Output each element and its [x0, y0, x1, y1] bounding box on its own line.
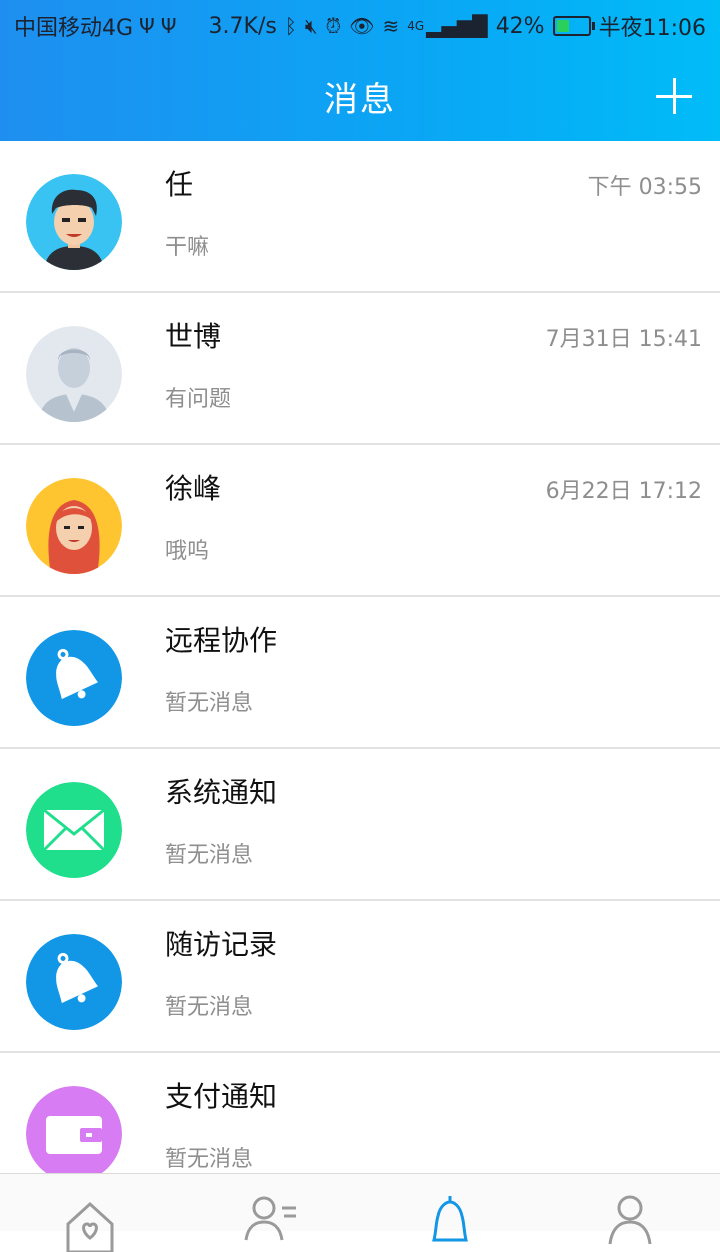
conversation-row[interactable]: 任干嘛 下午 03:55 [0, 141, 720, 293]
conversation-preview: 有问题 [165, 387, 232, 412]
mute-icon: 🔇︎ [304, 14, 318, 38]
bluetooth-icon: ᛒ [284, 14, 297, 38]
conversation-name: 支付通知 [165, 1080, 278, 1113]
conversation-time: 7月31日 15:41 [545, 327, 702, 352]
bell-icon [26, 630, 122, 726]
doctor-placeholder-avatar [26, 326, 122, 422]
net-speed: 3.7K/s [208, 13, 277, 39]
conversation-row[interactable]: 徐峰哦呜 6月22日 17:12 [0, 445, 720, 597]
conversation-row[interactable]: 系统通知 暂无消息 [0, 749, 720, 901]
conversation-name: 任 [165, 168, 194, 201]
man-cartoon-avatar [26, 174, 122, 270]
contacts-icon [244, 1196, 296, 1241]
conversation-name: 远程协作 [165, 624, 278, 657]
conversation-row[interactable]: 随访记录 暂无消息 [0, 901, 720, 1053]
battery-fill [556, 20, 570, 32]
conversation-preview: 暂无消息 [165, 995, 254, 1020]
tab-bar [0, 1173, 720, 1252]
conversation-row[interactable]: 世博有问题 7月31日 15:41 [0, 293, 720, 445]
bell-icon [432, 1196, 468, 1242]
envelope-icon [26, 782, 122, 878]
eye-icon: 👁︎ [349, 14, 375, 38]
header: 中国移动4G Ψ Ψ 3.7K/s ᛒ 🔇︎ ⏰︎ 👁︎ ≋ 4G ▂▄▆█ 4… [0, 0, 720, 141]
battery-icon [552, 16, 595, 36]
tab-profile[interactable] [600, 1192, 660, 1252]
carrier-label: 中国移动4G [14, 16, 134, 41]
person-icon [608, 1195, 652, 1245]
usb-icon: Ψ [139, 14, 155, 38]
alarm-icon: ⏰︎ [325, 14, 342, 38]
conversation-name: 系统通知 [165, 776, 278, 809]
home-heart-icon [66, 1201, 114, 1252]
status-bar: 中国移动4G Ψ Ψ 3.7K/s ᛒ 🔇︎ ⏰︎ 👁︎ ≋ 4G ▂▄▆█ 4… [0, 0, 720, 48]
usb-icon: Ψ [160, 14, 177, 38]
conversation-name: 徐峰 [165, 472, 222, 505]
battery-percent: 42% [495, 13, 545, 39]
bell-icon [26, 934, 122, 1030]
conversation-preview: 哦呜 [165, 539, 210, 564]
tab-home[interactable] [60, 1192, 120, 1252]
conversation-time: 下午 03:55 [587, 175, 702, 200]
conversation-time: 6月22日 17:12 [545, 479, 702, 504]
conversation-preview: 干嘛 [165, 235, 210, 260]
conversation-name: 世博 [165, 320, 222, 353]
tab-contacts[interactable] [240, 1192, 300, 1252]
conversation-row[interactable]: 远程协作 暂无消息 [0, 597, 720, 749]
wifi-icon: ≋ [382, 14, 400, 38]
wallet-icon [26, 1086, 122, 1182]
page-title: 消息 [324, 80, 396, 120]
signal-label: 4G [407, 19, 425, 33]
conversation-name: 随访记录 [165, 928, 278, 961]
conversation-preview: 暂无消息 [165, 1147, 254, 1172]
conversation-preview: 暂无消息 [165, 691, 254, 716]
conversation-preview: 暂无消息 [165, 843, 254, 868]
add-button[interactable] [656, 78, 692, 114]
tab-messages[interactable] [420, 1192, 480, 1252]
conversation-list: 任干嘛 下午 03:55 世博有问题 7月31日 15:41 徐峰哦呜 6月22日 17:… [0, 141, 720, 1205]
signal-icon: ▂▄▆█ [426, 14, 488, 38]
clock: 半夜11:06 [598, 16, 706, 41]
woman-cartoon-avatar [26, 478, 122, 574]
title-bar: 消息 [0, 48, 720, 141]
